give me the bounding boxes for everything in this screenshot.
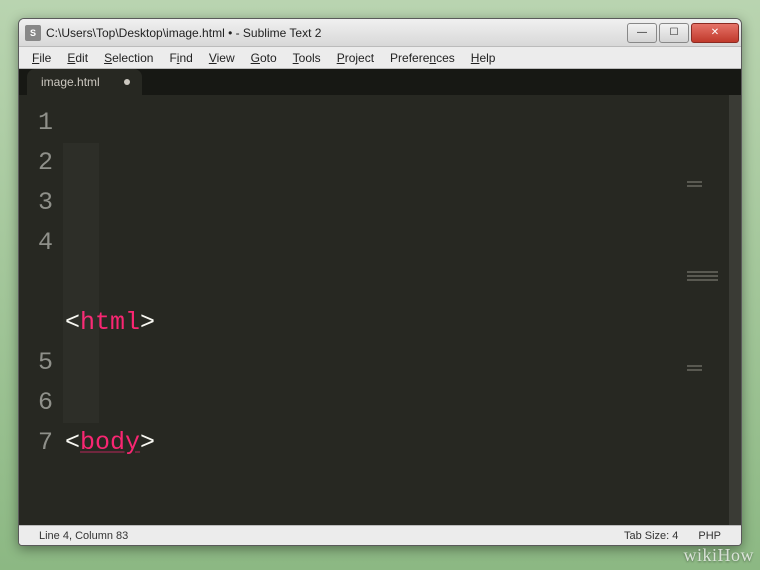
tab-file[interactable]: image.html (27, 69, 142, 95)
menu-goto[interactable]: Goto (244, 49, 284, 67)
statusbar: Line 4, Column 83 Tab Size: 4 PHP (19, 525, 741, 545)
modified-indicator-icon (124, 79, 130, 85)
line-number: 6 (19, 383, 53, 423)
cursor-position: Line 4, Column 83 (29, 530, 138, 542)
code-line: <html> (65, 303, 729, 343)
tab-size[interactable]: Tab Size: 4 (614, 530, 688, 542)
line-number: 4 (19, 223, 53, 263)
line-number: 3 (19, 183, 53, 223)
window-title: C:\Users\Top\Desktop\image.html • - Subl… (46, 26, 625, 40)
menu-selection[interactable]: Selection (97, 49, 160, 67)
menubar: File Edit Selection Find View Goto Tools… (19, 47, 741, 69)
syntax-mode[interactable]: PHP (688, 530, 731, 542)
line-number (19, 263, 53, 303)
code-content[interactable]: <html> <body> <img src="http://i1322. ph… (63, 95, 729, 525)
watermark: wikiHow (684, 545, 755, 566)
menu-preferences[interactable]: Preferences (383, 49, 462, 67)
app-icon: S (25, 25, 41, 41)
app-window: S C:\Users\Top\Desktop\image.html • - Su… (18, 18, 742, 546)
tab-label: image.html (41, 75, 100, 89)
indent-guide (63, 143, 99, 423)
window-controls: — ☐ ✕ (625, 23, 739, 43)
menu-find[interactable]: Find (162, 49, 199, 67)
line-number: 2 (19, 143, 53, 183)
tabstrip: image.html (19, 69, 741, 95)
titlebar[interactable]: S C:\Users\Top\Desktop\image.html • - Su… (19, 19, 741, 47)
menu-tools[interactable]: Tools (286, 49, 328, 67)
menu-help[interactable]: Help (464, 49, 503, 67)
close-button[interactable]: ✕ (691, 23, 739, 43)
maximize-button[interactable]: ☐ (659, 23, 689, 43)
code-region: 1 2 3 4 5 6 7 <html> <body> (19, 95, 741, 525)
menu-edit[interactable]: Edit (60, 49, 95, 67)
line-number: 7 (19, 423, 53, 463)
menu-file[interactable]: File (25, 49, 58, 67)
minimize-button[interactable]: — (627, 23, 657, 43)
minimap[interactable] (685, 99, 719, 129)
line-number: 1 (19, 103, 53, 143)
line-number (19, 303, 53, 343)
menu-project[interactable]: Project (330, 49, 381, 67)
line-number: 5 (19, 343, 53, 383)
code-line: <body> (65, 423, 729, 463)
editor-area: image.html 1 2 3 4 5 6 7 (19, 69, 741, 525)
menu-view[interactable]: View (202, 49, 242, 67)
line-gutter: 1 2 3 4 5 6 7 (19, 95, 63, 525)
